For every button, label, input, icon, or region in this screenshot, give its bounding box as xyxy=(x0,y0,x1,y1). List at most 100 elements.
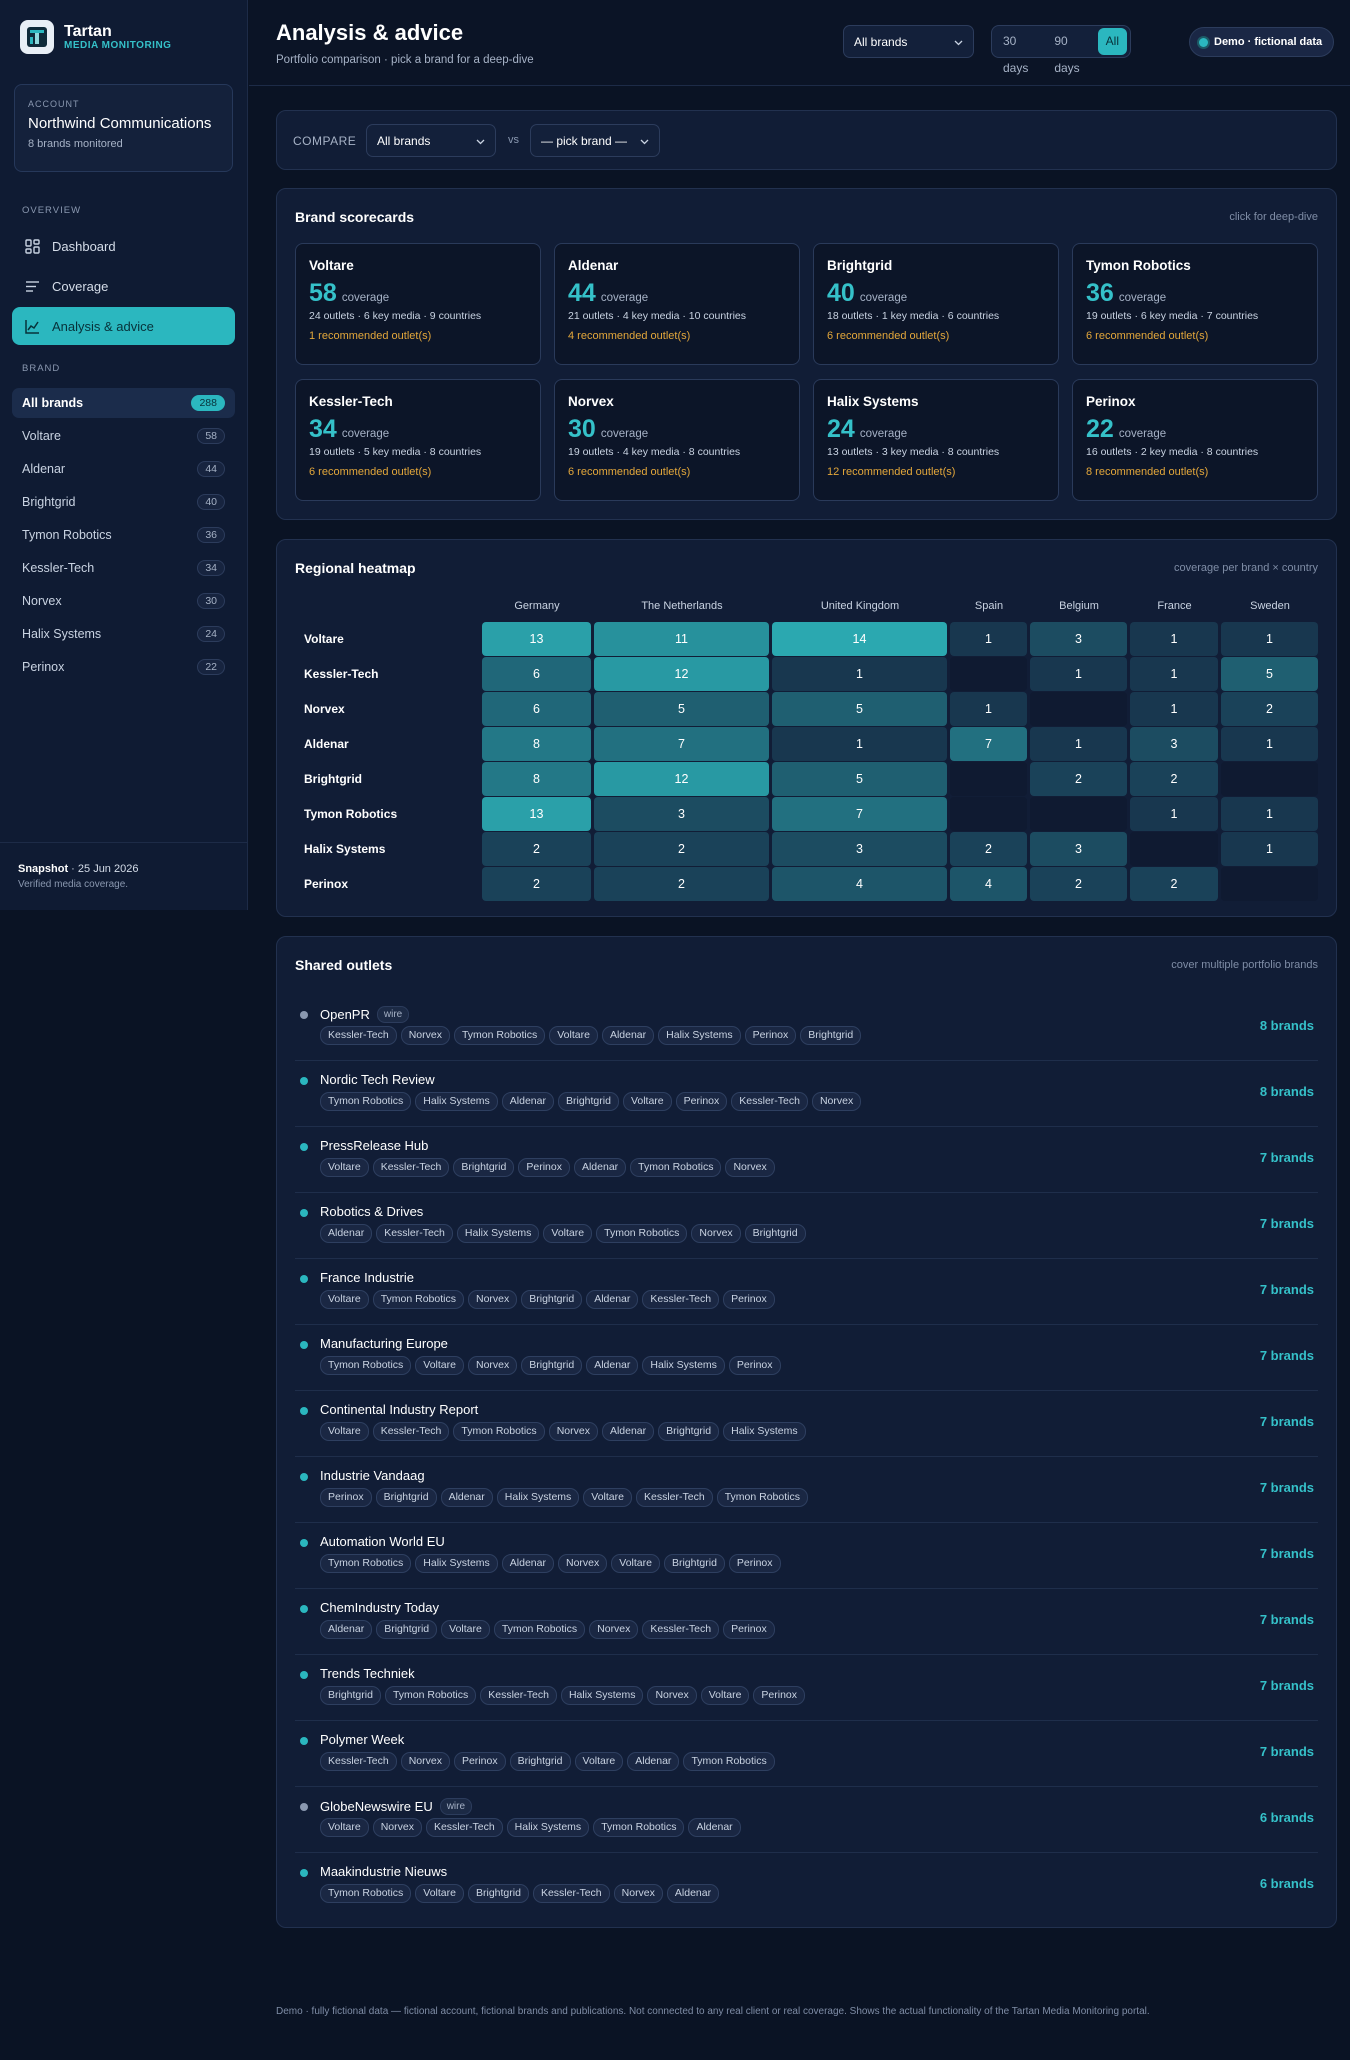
heatmap-cell[interactable]: 4 xyxy=(950,867,1027,901)
app-brand[interactable]: Tartan MEDIA MONITORING xyxy=(0,0,247,74)
period-all[interactable]: All xyxy=(1097,28,1127,55)
brand-chip[interactable]: Brightgrid xyxy=(467,1884,529,1903)
brand-chip[interactable]: Kessler-Tech xyxy=(372,1158,450,1177)
heatmap-cell[interactable]: 2 xyxy=(482,832,591,866)
heatmap-cell[interactable]: 2 xyxy=(1130,867,1218,901)
brand-chip[interactable]: Aldenar xyxy=(666,1884,720,1903)
brand-chip[interactable]: Aldenar xyxy=(586,1290,639,1309)
heatmap-cell[interactable]: 2 xyxy=(594,867,769,901)
heatmap-cell[interactable]: 1 xyxy=(1221,622,1318,656)
heatmap-cell[interactable]: 1 xyxy=(1221,797,1318,831)
brand-item-norvex[interactable]: Norvex 30 xyxy=(12,586,235,616)
heatmap-cell[interactable] xyxy=(950,657,1027,691)
brand-chip[interactable]: Halix Systems xyxy=(642,1356,725,1375)
brand-chip[interactable]: Norvex xyxy=(811,1092,862,1111)
outlet-row[interactable]: Polymer Week Kessler-Tech Norvex Perinox Bri… xyxy=(295,1721,1318,1787)
brand-chip[interactable]: Aldenar xyxy=(601,1422,655,1441)
heatmap-cell[interactable] xyxy=(1130,832,1218,866)
brand-chip[interactable]: Aldenar xyxy=(501,1554,554,1573)
brand-chip[interactable]: Voltare xyxy=(583,1488,632,1507)
brand-chip[interactable]: Kessler-Tech xyxy=(642,1290,720,1309)
heatmap-cell[interactable]: 3 xyxy=(1130,727,1218,761)
outlet-row[interactable]: Maakindustrie Nieuws Tymon Robotics Voltar… xyxy=(295,1853,1318,1919)
heatmap-cell[interactable]: 2 xyxy=(1030,867,1127,901)
heatmap-cell[interactable]: 8 xyxy=(482,762,591,796)
brand-chip[interactable]: Voltare xyxy=(700,1686,750,1705)
brand-chip[interactable]: Kessler-Tech xyxy=(425,1818,503,1837)
heatmap-cell[interactable]: 13 xyxy=(482,797,591,831)
brand-chip[interactable]: Kessler-Tech xyxy=(731,1092,808,1111)
heatmap-cell[interactable]: 3 xyxy=(1030,622,1127,656)
brand-chip[interactable]: Voltare xyxy=(320,1818,369,1837)
brand-chip[interactable]: Voltare xyxy=(611,1554,660,1573)
brand-chip[interactable]: Brightgrid xyxy=(320,1686,381,1705)
heatmap-cell[interactable]: 2 xyxy=(1130,762,1218,796)
heatmap-cell[interactable] xyxy=(1221,867,1318,901)
brand-chip[interactable]: Tymon Robotics xyxy=(593,1818,685,1837)
brand-chip[interactable]: Kessler-Tech xyxy=(372,1422,450,1441)
brand-chip[interactable]: Brightgrid xyxy=(509,1752,571,1771)
brand-item-aldenar[interactable]: Aldenar 44 xyxy=(12,454,235,484)
heatmap-cell[interactable]: 5 xyxy=(772,762,947,796)
compare-left-select[interactable]: All brands xyxy=(366,124,496,157)
scorecard-halix-systems[interactable]: Halix Systems 24 coverage 13 outlets · 3 ke… xyxy=(813,379,1059,501)
brand-chip[interactable]: Brightgrid xyxy=(558,1092,619,1111)
brand-chip[interactable]: Tymon Robotics xyxy=(716,1488,808,1507)
heatmap-cell[interactable]: 13 xyxy=(482,622,591,656)
brand-chip[interactable]: Halix Systems xyxy=(560,1686,644,1705)
scorecard-kessler-tech[interactable]: Kessler-Tech 34 coverage 19 outlets · 5 key… xyxy=(295,379,541,501)
heatmap-cell[interactable]: 5 xyxy=(772,692,947,726)
brand-item-all[interactable]: All brands 288 xyxy=(12,388,235,418)
nav-dashboard[interactable]: Dashboard xyxy=(12,227,235,265)
brand-chip[interactable]: Norvex xyxy=(400,1752,450,1771)
brand-chip[interactable]: Voltare xyxy=(320,1158,369,1177)
brand-chip[interactable]: Perinox xyxy=(728,1554,781,1573)
brand-chip[interactable]: Halix Systems xyxy=(658,1026,741,1045)
heatmap-cell[interactable]: 3 xyxy=(1030,832,1127,866)
brand-chip[interactable]: Norvex xyxy=(589,1620,639,1639)
heatmap-cell[interactable]: 1 xyxy=(1030,657,1127,691)
heatmap-cell[interactable]: 11 xyxy=(594,622,769,656)
brand-chip[interactable]: Perinox xyxy=(728,1356,781,1375)
heatmap-cell[interactable]: 1 xyxy=(1130,692,1218,726)
heatmap-cell[interactable] xyxy=(950,797,1027,831)
scorecard-tymon-robotics[interactable]: Tymon Robotics 36 coverage 19 outlets · 6 k… xyxy=(1072,243,1318,365)
scorecard-aldenar[interactable]: Aldenar 44 coverage 21 outlets · 4 key medi… xyxy=(554,243,800,365)
brand-item-tymon-robotics[interactable]: Tymon Robotics 36 xyxy=(12,520,235,550)
scorecard-voltare[interactable]: Voltare 58 coverage 24 outlets · 6 key medi… xyxy=(295,243,541,365)
heatmap-cell[interactable] xyxy=(950,762,1027,796)
heatmap-cell[interactable]: 12 xyxy=(594,762,769,796)
brand-chip[interactable]: Halix Systems xyxy=(496,1488,580,1507)
heatmap-cell[interactable]: 1 xyxy=(772,657,947,691)
heatmap-cell[interactable]: 7 xyxy=(772,797,947,831)
brand-chip[interactable]: Brightgrid xyxy=(376,1620,438,1639)
nav-analysis[interactable]: Analysis & advice xyxy=(12,307,235,345)
brand-chip[interactable]: Tymon Robotics xyxy=(453,1422,545,1441)
period-30-days[interactable]: 30 days xyxy=(995,28,1046,75)
outlet-row[interactable]: Nordic Tech Review Tymon Robotics Halix Sy… xyxy=(295,1061,1318,1127)
brand-chip[interactable]: Perinox xyxy=(723,1290,775,1309)
brand-chip[interactable]: Tymon Robotics xyxy=(384,1686,477,1705)
brand-chip[interactable]: Kessler-Tech xyxy=(532,1884,610,1903)
brand-select[interactable]: All brands xyxy=(843,25,974,58)
heatmap-cell[interactable]: 7 xyxy=(594,727,769,761)
heatmap-cell[interactable]: 12 xyxy=(594,657,769,691)
heatmap-cell[interactable]: 4 xyxy=(772,867,947,901)
brand-chip[interactable]: Aldenar xyxy=(501,1092,554,1111)
brand-chip[interactable]: Tymon Robotics xyxy=(453,1026,546,1045)
heatmap-cell[interactable]: 1 xyxy=(950,622,1027,656)
heatmap-cell[interactable]: 2 xyxy=(482,867,591,901)
outlet-row[interactable]: Robotics & Drives Aldenar Kessler-Tech Hali… xyxy=(295,1193,1318,1259)
brand-chip[interactable]: Voltare xyxy=(574,1752,624,1771)
heatmap-cell[interactable]: 2 xyxy=(1221,692,1318,726)
period-90-days[interactable]: 90 days xyxy=(1046,28,1097,75)
heatmap-cell[interactable]: 5 xyxy=(1221,657,1318,691)
heatmap-cell[interactable]: 3 xyxy=(594,797,769,831)
nav-coverage[interactable]: Coverage xyxy=(12,267,235,305)
outlet-row[interactable]: ChemIndustry Today Aldenar Brightgrid Volta… xyxy=(295,1589,1318,1655)
brand-chip[interactable]: Norvex xyxy=(548,1422,598,1441)
outlet-row[interactable]: PressRelease Hub Voltare Kessler-Tech Brigh… xyxy=(295,1127,1318,1193)
brand-chip[interactable]: Brightgrid xyxy=(521,1290,583,1309)
brand-chip[interactable]: Voltare xyxy=(320,1290,369,1309)
brand-chip[interactable]: Halix Systems xyxy=(415,1554,498,1573)
